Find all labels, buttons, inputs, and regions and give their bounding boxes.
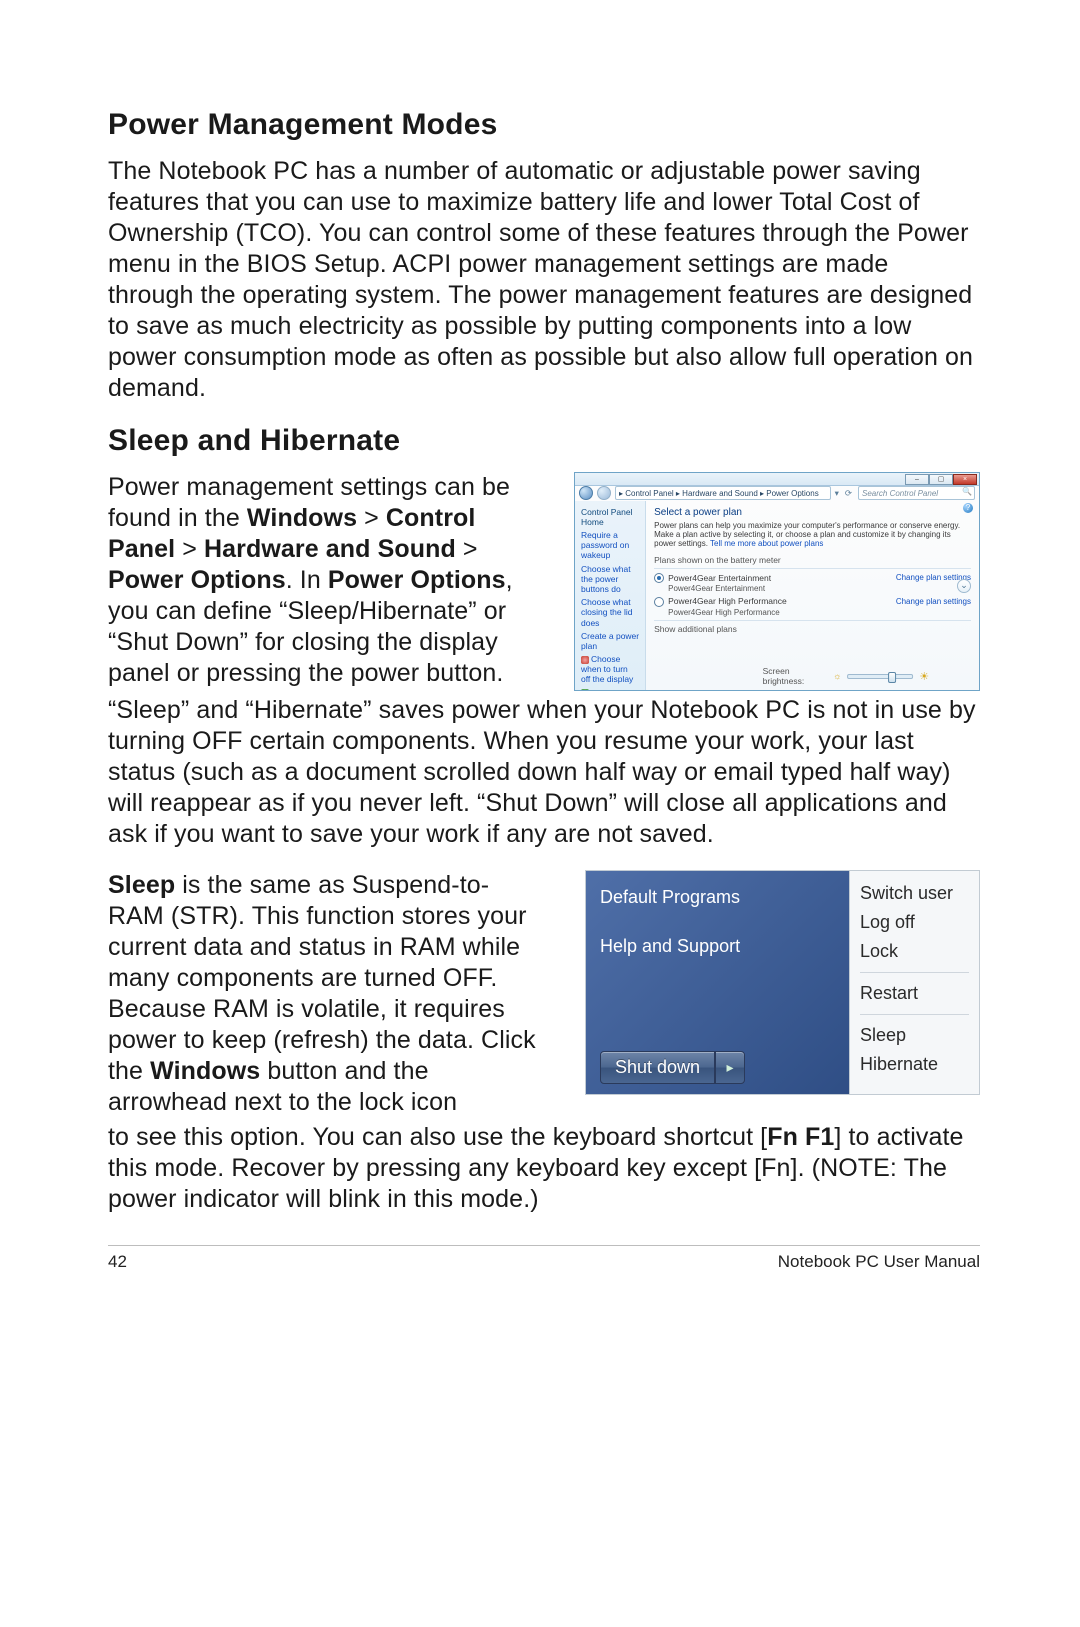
shutdown-arrow-button[interactable]: ▸: [715, 1051, 745, 1084]
power-options-sidebar: Control Panel Home Require a password on…: [575, 501, 646, 690]
close-button[interactable]: ×: [953, 474, 977, 485]
row-sleephibernate-with-figure: Power management settings can be found i…: [108, 472, 980, 691]
show-more-plans[interactable]: Show additional plans: [654, 624, 971, 634]
sidebar-header: Control Panel Home: [581, 507, 639, 527]
shutdown-button[interactable]: Shut down: [600, 1051, 715, 1084]
footer-rule: [108, 1245, 980, 1246]
brightness-control: Screen brightness: ☼ ☀: [763, 666, 929, 686]
address-bar-row: ▸ Control Panel ▸ Hardware and Sound ▸ P…: [579, 486, 975, 500]
brightness-slider[interactable]: [847, 674, 913, 679]
page-number: 42: [108, 1252, 127, 1272]
main-description: Power plans can help you maximize your c…: [654, 521, 971, 549]
menu-item-sleep[interactable]: Sleep: [860, 1021, 969, 1050]
power-plan-row[interactable]: Power4Gear High Performance Change plan …: [654, 595, 971, 608]
sidebar-link[interactable]: Choose what the power buttons do: [581, 564, 639, 595]
plan-subtitle: Power4Gear High Performance: [668, 608, 971, 617]
shutdown-flyout-menu: Switch user Log off Lock Restart Sleep H…: [849, 871, 979, 1094]
display-icon: [581, 656, 589, 664]
sidebar-link[interactable]: Choose when to turn off the display: [581, 654, 639, 685]
menu-item-lock[interactable]: Lock: [860, 937, 969, 966]
max-button[interactable]: ▢: [929, 474, 953, 485]
para-sleep-hibernate-behavior: “Sleep” and “Hibernate” saves power when…: [108, 695, 980, 850]
refresh-icon[interactable]: ⟳: [845, 488, 852, 499]
nav-back-icon[interactable]: [579, 486, 593, 500]
sidebar-link[interactable]: Change when the computer sleeps: [581, 688, 639, 691]
slider-thumb[interactable]: [888, 672, 896, 683]
para-power-options-path: Power management settings can be found i…: [108, 472, 534, 689]
menu-item-hibernate[interactable]: Hibernate: [860, 1050, 969, 1079]
sidebar-link[interactable]: Create a power plan: [581, 631, 639, 651]
expand-icon[interactable]: ⌄: [957, 579, 971, 593]
learn-more-link[interactable]: Tell me more about power plans: [710, 539, 823, 548]
nav-forward-icon[interactable]: [597, 486, 611, 500]
para-sleep-str: Sleep is the same as Suspend-to-RAM (STR…: [108, 870, 545, 1118]
radio-icon[interactable]: [654, 573, 664, 583]
plan-subtitle: Power4Gear Entertainment: [668, 584, 971, 593]
brightness-label: Screen brightness:: [763, 666, 828, 686]
power-plan-row[interactable]: Power4Gear Entertainment Change plan set…: [654, 572, 971, 585]
menu-item-switch-user[interactable]: Switch user: [860, 879, 969, 908]
page-footer: 42 Notebook PC User Manual: [108, 1252, 980, 1272]
heading-power-management-modes: Power Management Modes: [108, 108, 980, 142]
min-button[interactable]: –: [905, 474, 929, 485]
menu-item-log-off[interactable]: Log off: [860, 908, 969, 937]
para-sleep-activation: to see this option. You can also use the…: [108, 1122, 980, 1215]
row-sleep-with-figure: Sleep is the same as Suspend-to-RAM (STR…: [108, 870, 980, 1118]
change-plan-link[interactable]: Change plan settings: [896, 597, 971, 606]
window-control-buttons[interactable]: – ▢ ×: [905, 474, 977, 485]
start-menu-link[interactable]: Default Programs: [600, 887, 839, 908]
start-menu-link[interactable]: Help and Support: [600, 936, 839, 957]
menu-item-restart[interactable]: Restart: [860, 979, 969, 1008]
sidebar-link[interactable]: Choose what closing the lid does: [581, 597, 639, 628]
radio-icon[interactable]: [654, 597, 664, 607]
breadcrumb-bar[interactable]: ▸ Control Panel ▸ Hardware and Sound ▸ P…: [615, 486, 831, 500]
search-input[interactable]: Search Control Panel: [858, 486, 975, 500]
main-title: Select a power plan: [654, 507, 971, 518]
manual-title: Notebook PC User Manual: [778, 1252, 980, 1272]
manual-page: Power Management Modes The Notebook PC h…: [0, 0, 1080, 1627]
heading-sleep-and-hibernate: Sleep and Hibernate: [108, 424, 980, 458]
brightness-low-icon: ☼: [833, 671, 841, 681]
chevron-right-icon: ▸: [727, 1059, 734, 1076]
plans-label: Plans shown on the battery meter: [654, 555, 971, 565]
power-options-main: Select a power plan Power plans can help…: [646, 501, 979, 690]
para-power-management-intro: The Notebook PC has a number of automati…: [108, 156, 980, 404]
start-menu-left-panel: Default Programs Help and Support Shut d…: [586, 871, 849, 1094]
sleep-icon: [581, 689, 589, 691]
figure-shutdown-menu: Default Programs Help and Support Shut d…: [585, 870, 980, 1095]
brightness-high-icon: ☀: [919, 670, 929, 683]
sidebar-link[interactable]: Require a password on wakeup: [581, 530, 639, 561]
figure-power-options-window: – ▢ × ▸ Control Panel ▸ Hardware and Sou…: [574, 472, 980, 691]
